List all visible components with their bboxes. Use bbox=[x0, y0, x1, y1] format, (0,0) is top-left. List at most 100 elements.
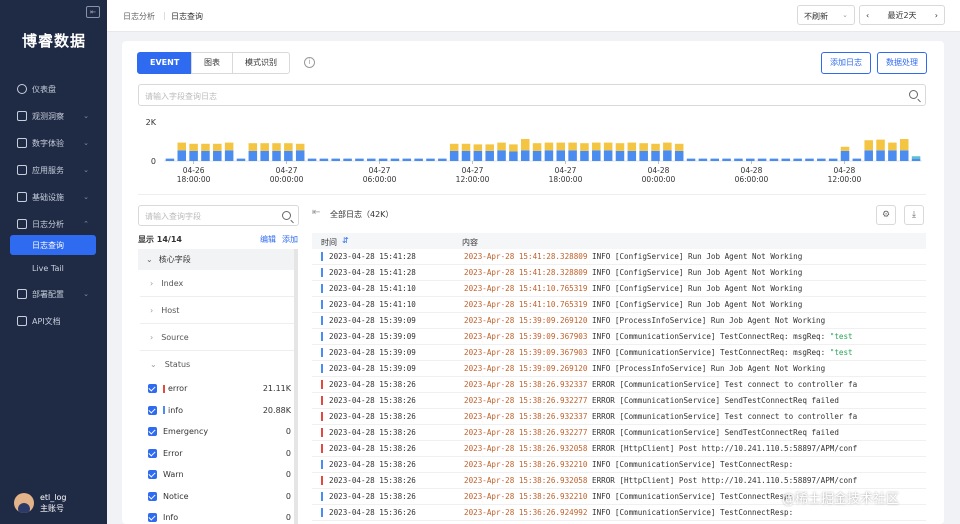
histogram-bar[interactable] bbox=[497, 142, 506, 151]
histogram-bar[interactable] bbox=[272, 143, 281, 151]
histogram-bar[interactable] bbox=[260, 143, 269, 151]
prev-icon[interactable]: ‹ bbox=[866, 11, 869, 20]
refresh-select[interactable]: 不刷新 ⌄ bbox=[797, 5, 855, 25]
table-row[interactable]: 2023-04-28 15:38:26 2023-Apr-28 15:38:26.… bbox=[312, 473, 926, 489]
histogram-bar[interactable] bbox=[497, 150, 506, 161]
histogram-bar[interactable] bbox=[189, 150, 198, 161]
status-checkbox-item[interactable]: Notice 0 bbox=[138, 486, 297, 508]
table-row[interactable]: 2023-04-28 15:38:26 2023-Apr-28 15:38:26.… bbox=[312, 441, 926, 457]
histogram-bar[interactable] bbox=[367, 158, 376, 161]
info-icon[interactable]: i bbox=[304, 57, 315, 68]
table-row[interactable]: 2023-04-28 15:39:09 2023-Apr-28 15:39:09.… bbox=[312, 361, 926, 377]
histogram-bar[interactable] bbox=[888, 142, 897, 151]
histogram-bar[interactable] bbox=[165, 158, 175, 161]
histogram-bar[interactable] bbox=[414, 158, 423, 161]
histogram-bar[interactable] bbox=[295, 150, 305, 161]
histogram-bar[interactable] bbox=[651, 143, 660, 151]
histogram-bar[interactable] bbox=[473, 150, 483, 161]
histogram-bar[interactable] bbox=[769, 158, 779, 161]
histogram-bar[interactable] bbox=[473, 144, 483, 151]
sidebar-item-experience[interactable]: 数字体验 ⌄ bbox=[0, 132, 107, 154]
histogram-bar[interactable] bbox=[461, 143, 471, 151]
histogram-bar[interactable] bbox=[556, 150, 566, 161]
histogram-bar[interactable] bbox=[899, 150, 909, 161]
histogram-bar[interactable] bbox=[213, 143, 222, 151]
sidebar-item-infra[interactable]: 基础设施 ⌄ bbox=[0, 186, 107, 208]
histogram-bar[interactable] bbox=[674, 150, 684, 161]
search-icon[interactable] bbox=[282, 211, 291, 220]
log-search-input[interactable]: 请输入字段查询日志 bbox=[138, 84, 926, 106]
histogram-bar[interactable] bbox=[390, 158, 400, 161]
table-row[interactable]: 2023-04-28 15:38:26 2023-Apr-28 15:38:26.… bbox=[312, 393, 926, 409]
table-row[interactable]: 2023-04-28 15:39:09 2023-Apr-28 15:39:09.… bbox=[312, 329, 926, 345]
table-row[interactable]: 2023-04-28 15:41:10 2023-Apr-28 15:41:10.… bbox=[312, 281, 926, 297]
histogram-bar[interactable] bbox=[828, 158, 838, 161]
histogram-bar[interactable] bbox=[603, 142, 613, 151]
histogram-bar[interactable] bbox=[544, 150, 554, 161]
table-row[interactable]: 2023-04-28 15:38:26 2023-Apr-28 15:38:26.… bbox=[312, 377, 926, 393]
table-row[interactable]: 2023-04-28 15:38:26 2023-Apr-28 15:38:26.… bbox=[312, 425, 926, 441]
histogram-bar[interactable] bbox=[509, 144, 518, 152]
histogram-bar[interactable] bbox=[272, 150, 281, 161]
histogram-bar[interactable] bbox=[757, 158, 767, 161]
breadcrumb-log-analysis[interactable]: 日志分析 bbox=[123, 11, 155, 22]
next-icon[interactable]: › bbox=[935, 11, 938, 20]
histogram-bar[interactable] bbox=[177, 142, 187, 151]
sidebar-item-api-doc[interactable]: API文档 bbox=[0, 310, 107, 332]
histogram-bar[interactable] bbox=[213, 150, 222, 161]
sort-icon[interactable]: ⇵ bbox=[342, 236, 349, 245]
histogram-bar[interactable] bbox=[864, 150, 873, 161]
checkbox[interactable] bbox=[148, 470, 157, 480]
download-icon[interactable]: ⤓ bbox=[904, 205, 924, 225]
core-fields-group[interactable]: ⌄ 核心字段 bbox=[138, 249, 297, 270]
table-row[interactable]: 2023-04-28 15:41:28 2023-Apr-28 15:41:28.… bbox=[312, 249, 926, 265]
histogram-bar[interactable] bbox=[592, 150, 601, 161]
histogram-bar[interactable] bbox=[568, 150, 577, 161]
status-checkbox-item[interactable]: Emergency 0 bbox=[138, 421, 297, 443]
time-range-picker[interactable]: ‹ 最近2天 › bbox=[859, 5, 945, 25]
checkbox[interactable] bbox=[148, 513, 157, 523]
histogram-bar[interactable] bbox=[651, 150, 660, 161]
histogram-bar[interactable] bbox=[449, 150, 459, 161]
histogram-bar[interactable] bbox=[224, 150, 234, 161]
histogram-bar[interactable] bbox=[485, 150, 494, 161]
histogram-bar[interactable] bbox=[615, 150, 625, 161]
histogram-bar[interactable] bbox=[343, 158, 352, 161]
histogram-bar[interactable] bbox=[568, 142, 577, 151]
back-icon[interactable]: ⇤ bbox=[312, 207, 320, 218]
histogram-bar[interactable] bbox=[876, 139, 885, 151]
histogram-bar[interactable] bbox=[248, 143, 258, 151]
histogram-bar[interactable] bbox=[876, 150, 885, 161]
field-add-link[interactable]: 添加 bbox=[282, 234, 298, 245]
status-checkbox-item[interactable]: Error 0 bbox=[138, 443, 297, 465]
sidebar-item-app[interactable]: 应用服务 ⌄ bbox=[0, 159, 107, 181]
histogram-bar[interactable] bbox=[686, 158, 696, 161]
checkbox[interactable] bbox=[148, 405, 157, 415]
histogram-bar[interactable] bbox=[864, 140, 873, 151]
histogram-bar[interactable] bbox=[615, 143, 625, 151]
user-profile[interactable]: etl_log 主账号 bbox=[14, 492, 66, 514]
histogram-bar[interactable] bbox=[224, 142, 234, 151]
tab-chart[interactable]: 图表 bbox=[191, 52, 233, 74]
histogram-bar[interactable] bbox=[284, 150, 293, 161]
table-row[interactable]: 2023-04-28 15:38:26 2023-Apr-28 15:38:26.… bbox=[312, 409, 926, 425]
sidebar-item-deploy[interactable]: 部署配置 ⌄ bbox=[0, 283, 107, 305]
table-row[interactable]: 2023-04-28 15:41:10 2023-Apr-28 15:41:10.… bbox=[312, 297, 926, 313]
histogram-bar[interactable] bbox=[331, 158, 340, 161]
sidebar-item-observe[interactable]: 观测洞察 ⌄ bbox=[0, 105, 107, 127]
checkbox[interactable] bbox=[148, 491, 157, 501]
histogram-bar[interactable] bbox=[734, 158, 743, 161]
histogram-bar[interactable] bbox=[520, 150, 530, 161]
histogram-bar[interactable] bbox=[817, 158, 826, 161]
col-time[interactable]: 时间 bbox=[321, 237, 337, 248]
field-item-host[interactable]: › Host bbox=[140, 297, 295, 324]
histogram-bar[interactable] bbox=[698, 158, 708, 161]
histogram-bar[interactable] bbox=[284, 143, 293, 151]
histogram-bar[interactable] bbox=[449, 143, 459, 151]
add-log-button[interactable]: 添加日志 bbox=[821, 52, 871, 74]
status-checkbox-item[interactable]: info 20.88K bbox=[138, 400, 297, 422]
sidebar-item-log[interactable]: 日志分析 ⌃ bbox=[0, 213, 107, 235]
histogram-bar[interactable] bbox=[520, 139, 530, 151]
histogram-bar[interactable] bbox=[840, 150, 850, 161]
histogram-bar[interactable] bbox=[627, 142, 637, 151]
